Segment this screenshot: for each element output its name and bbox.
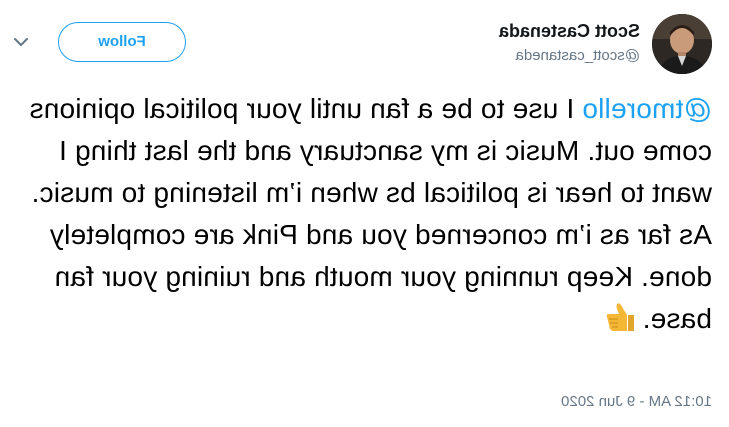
follow-button[interactable]: Follow xyxy=(58,22,186,62)
chevron-down-icon[interactable] xyxy=(13,34,29,50)
tweet-card: Scott Castenada @scott_castaneda Follow … xyxy=(0,0,729,427)
tweet-author[interactable]: Scott Castenada @scott_castaneda xyxy=(499,20,640,66)
avatar-photo-icon xyxy=(652,14,712,74)
thumbs-up-icon xyxy=(605,300,639,346)
author-handle[interactable]: @scott_castaneda xyxy=(499,46,640,66)
tweet-header: Scott Castenada @scott_castaneda Follow xyxy=(12,12,712,82)
tweet-body: I use to be a fan until your political o… xyxy=(29,93,712,334)
author-name[interactable]: Scott Castenada xyxy=(499,20,640,42)
tweet-text: @tmorello I use to be a fan until your p… xyxy=(12,88,712,346)
mention-link[interactable]: @tmorello xyxy=(582,93,712,124)
avatar[interactable] xyxy=(652,14,712,74)
tweet-timestamp[interactable]: 10:12 AM - 9 Jun 2020 xyxy=(561,392,712,412)
